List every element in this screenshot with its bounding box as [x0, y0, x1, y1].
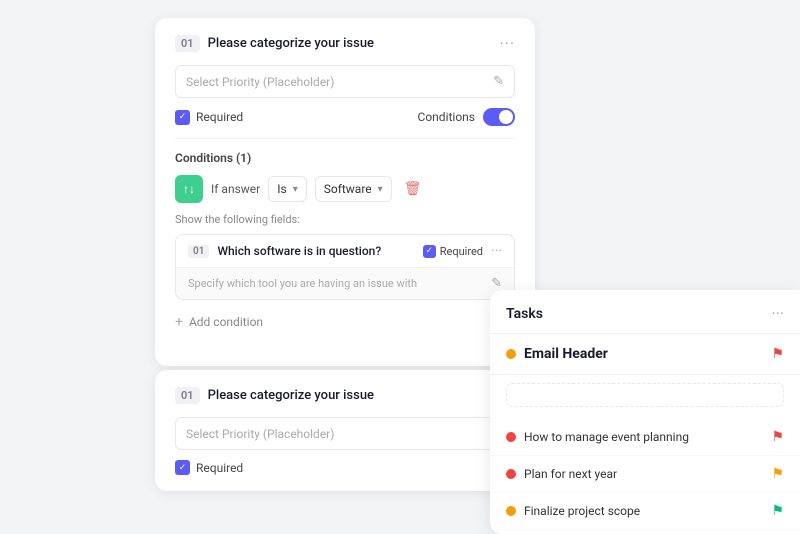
card2-placeholder: Select Priority (Placeholder): [186, 427, 493, 441]
card2-number: 01: [175, 387, 200, 404]
tasks-more-button[interactable]: ···: [771, 304, 784, 323]
card1-more-button[interactable]: ···: [499, 34, 515, 53]
tasks-list: How to manage event planning ⚑ Plan for …: [490, 415, 800, 534]
show-fields-label: Show the following fields:: [175, 213, 515, 226]
task-text: How to manage event planning: [524, 430, 689, 444]
email-header-flag-icon: ⚑: [771, 346, 784, 362]
sub-required: Required: [423, 245, 483, 258]
card1-header: 01 Please categorize your issue ···: [175, 34, 515, 53]
tasks-panel: Tasks ··· Email Header ⚑ How to manage e…: [490, 290, 800, 534]
task-flag-icon: ⚑: [771, 503, 784, 519]
if-answer-label: If answer: [211, 182, 260, 196]
add-condition-label: Add condition: [189, 315, 263, 329]
task-left: Plan for next year: [506, 467, 617, 481]
task-left: Finalize project scope: [506, 504, 640, 518]
add-icon: +: [175, 314, 183, 330]
form-card-2: 01 Please categorize your issue ··· Sele…: [155, 370, 535, 491]
sub-input-row[interactable]: Specify which tool you are having an iss…: [176, 267, 514, 299]
card1-top: 01 Please categorize your issue ··· Sele…: [155, 18, 535, 138]
card2-required-label: Required: [196, 461, 243, 475]
email-header-dot: [506, 349, 516, 359]
delete-condition-button[interactable]: 🗑: [400, 177, 426, 201]
sub-required-label: Required: [440, 245, 483, 258]
conditions-toggle[interactable]: [483, 108, 515, 126]
chevron-down-icon: ▾: [293, 184, 298, 195]
add-condition-button[interactable]: + Add condition: [175, 310, 515, 334]
task-dot: [506, 469, 516, 479]
card2-header: 01 Please categorize your issue ···: [175, 386, 515, 405]
conditions-section: Conditions (1) ↑↓ If answer Is ▾ Softwar…: [155, 139, 535, 346]
list-item: Plan for next year ⚑: [490, 456, 800, 493]
sub-card: 01 Which software is in question? Requir…: [175, 234, 515, 300]
condition-icon: ↑↓: [175, 175, 203, 203]
card2-priority-input[interactable]: Select Priority (Placeholder) ✎: [175, 417, 515, 450]
priority-input-row[interactable]: Select Priority (Placeholder) ✎: [175, 65, 515, 98]
required-label: Required: [196, 110, 243, 124]
dashed-drop-zone: [506, 383, 784, 407]
tasks-title: Tasks: [506, 306, 543, 322]
task-dot: [506, 432, 516, 442]
task-left: How to manage event planning: [506, 430, 689, 444]
sub-card-number: 01: [188, 245, 209, 258]
sub-card-title: Which software is in question?: [217, 244, 414, 258]
task-text: Plan for next year: [524, 467, 617, 481]
email-header-row: Email Header ⚑: [490, 334, 800, 375]
conditions-right: Conditions: [418, 108, 515, 126]
card1-number: 01: [175, 35, 200, 52]
required-checkbox[interactable]: [175, 110, 190, 125]
task-flag-icon: ⚑: [771, 466, 784, 482]
sub-edit-icon[interactable]: ✎: [491, 276, 502, 291]
conditions-text: Conditions: [418, 110, 475, 124]
chevron-down-icon: ▾: [378, 184, 383, 195]
task-dot: [506, 506, 516, 516]
email-header-title: Email Header: [524, 346, 608, 362]
main-area: 01 Please categorize your issue ··· Sele…: [0, 0, 800, 531]
list-item: How to manage event planning ⚑: [490, 419, 800, 456]
required-left: Required: [175, 110, 243, 125]
edit-icon[interactable]: ✎: [493, 74, 504, 89]
conditions-header: Conditions (1): [175, 151, 515, 165]
priority-placeholder: Select Priority (Placeholder): [186, 75, 493, 89]
card2-title: Please categorize your issue: [208, 388, 500, 403]
required-row: Required Conditions: [175, 108, 515, 126]
form-card-1: 01 Please categorize your issue ··· Sele…: [155, 18, 535, 366]
sub-input-placeholder: Specify which tool you are having an iss…: [188, 277, 491, 290]
list-item: Finalize project scope ⚑: [490, 493, 800, 530]
card2-required: Required: [175, 460, 515, 475]
email-header-left: Email Header: [506, 346, 608, 362]
card1-title: Please categorize your issue: [208, 36, 500, 51]
sub-required-checkbox[interactable]: [423, 245, 436, 258]
sub-more-button[interactable]: ···: [491, 243, 502, 259]
task-text: Finalize project scope: [524, 504, 640, 518]
card2-required-checkbox[interactable]: [175, 460, 190, 475]
condition-row: ↑↓ If answer Is ▾ Software ▾ 🗑: [175, 175, 515, 203]
task-flag-icon: ⚑: [771, 429, 784, 445]
software-dropdown[interactable]: Software ▾: [315, 176, 392, 202]
tasks-header: Tasks ···: [490, 290, 800, 334]
is-dropdown[interactable]: Is ▾: [268, 176, 307, 202]
sub-card-header: 01 Which software is in question? Requir…: [176, 235, 514, 267]
